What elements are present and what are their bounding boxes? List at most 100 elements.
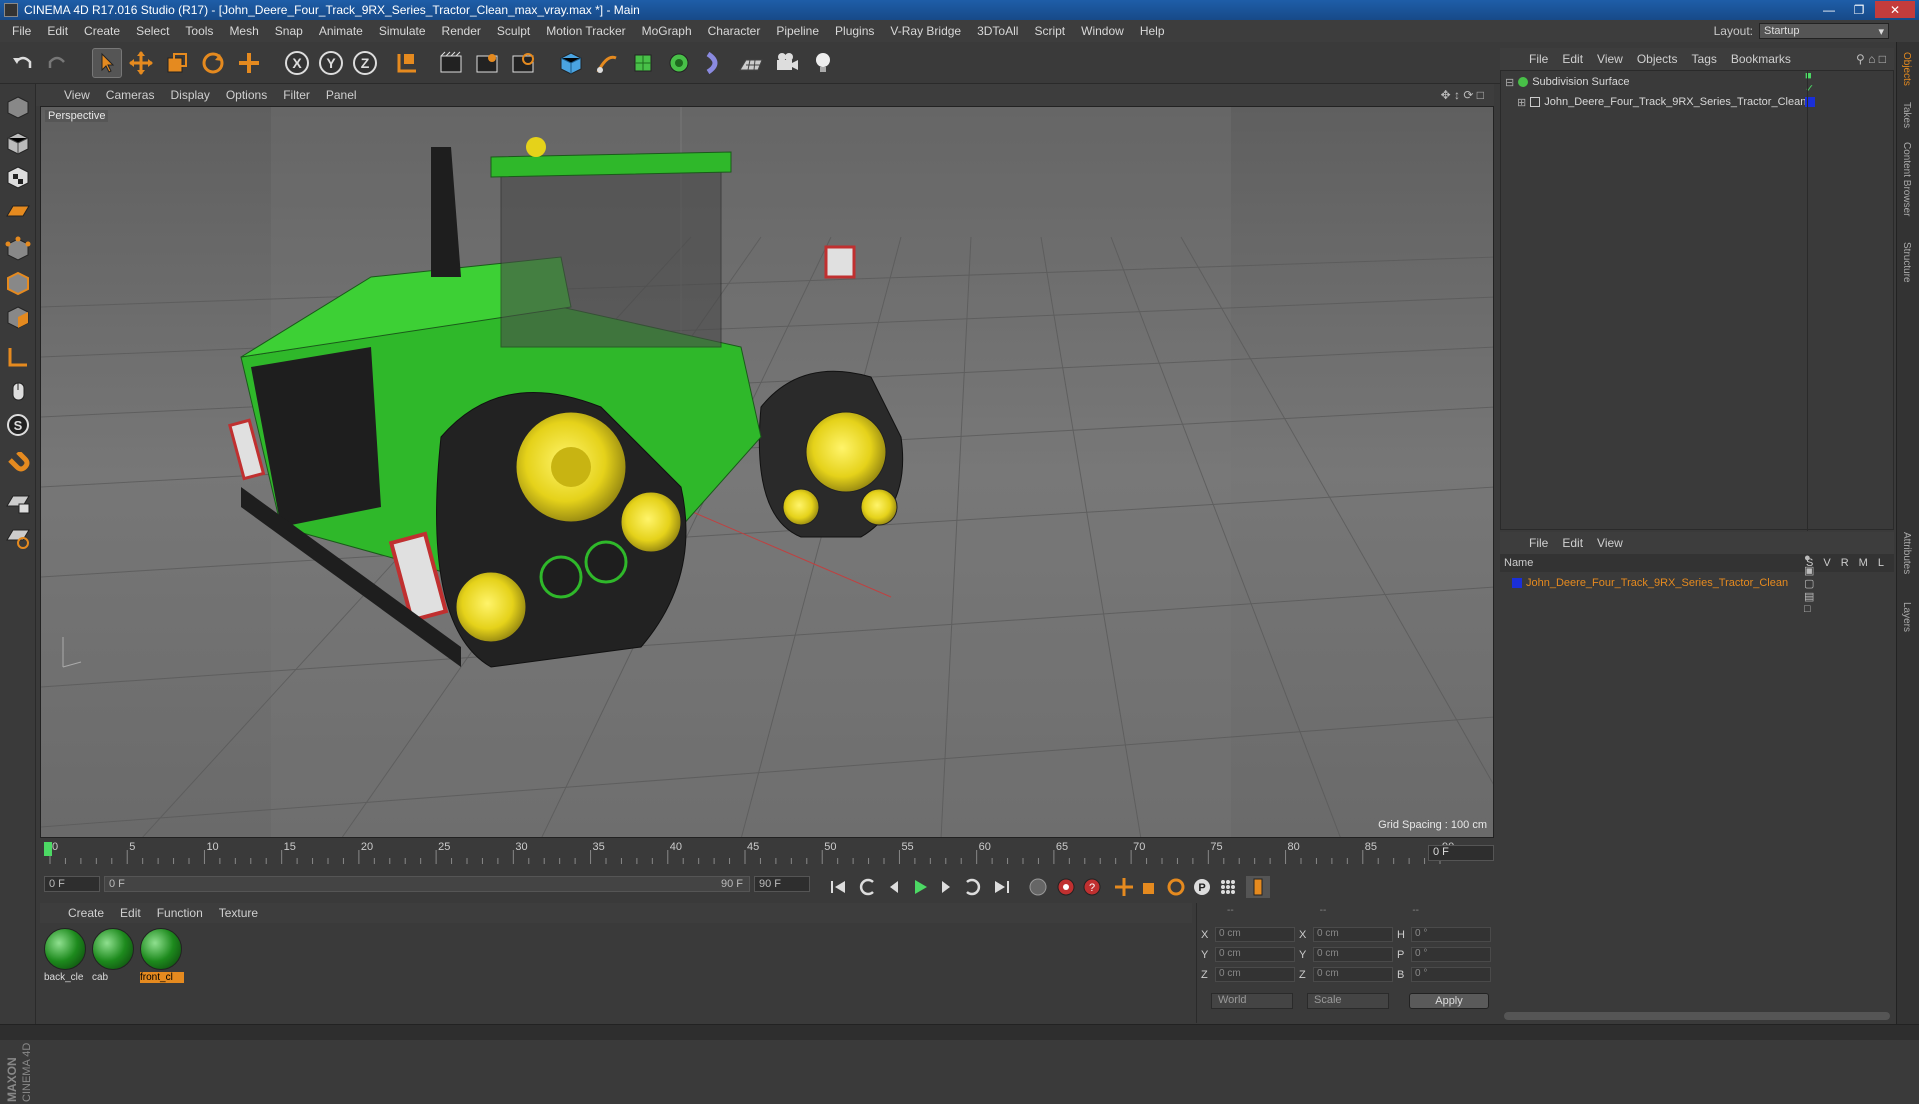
object-row[interactable]: ⊞ John_Deere_Four_Track_9RX_Series_Tract…: [1505, 93, 1815, 111]
layer-row[interactable]: John_Deere_Four_Track_9RX_Series_Tractor…: [1504, 552, 1814, 615]
apply-button[interactable]: Apply: [1409, 993, 1489, 1009]
start-frame-field[interactable]: 0 F: [44, 876, 100, 892]
viewport-menu-display[interactable]: Display: [162, 88, 217, 102]
object-menu-bookmarks[interactable]: Bookmarks: [1724, 52, 1798, 66]
horizontal-scrollbar[interactable]: [1504, 1012, 1890, 1020]
collapse-icon[interactable]: ⊟: [1505, 76, 1514, 89]
workplane-icon[interactable]: [3, 196, 33, 226]
rot-b-field[interactable]: 0 °: [1411, 967, 1491, 982]
pos-x-field[interactable]: 0 cm: [1215, 927, 1295, 942]
viewport-menu-filter[interactable]: Filter: [275, 88, 318, 102]
polygons-mode-icon[interactable]: [3, 302, 33, 332]
go-to-start-icon[interactable]: [826, 876, 850, 898]
lock-workplane-icon[interactable]: [3, 488, 33, 518]
pos-z-field[interactable]: 0 cm: [1215, 967, 1295, 982]
viewport-nav-icons[interactable]: ✥ ↕ ⟳ □: [1441, 88, 1484, 102]
tab-attributes[interactable]: Attributes: [1901, 532, 1912, 574]
pen-icon[interactable]: [592, 48, 622, 78]
tab-content-browser[interactable]: Content Browser: [1901, 142, 1912, 216]
layer-menu-file[interactable]: File: [1522, 536, 1555, 550]
timeline-layout-icon[interactable]: [1246, 876, 1270, 898]
size-x-field[interactable]: 0 cm: [1313, 927, 1393, 942]
material-swatch[interactable]: cab: [92, 928, 136, 988]
tab-structure[interactable]: Structure: [1901, 242, 1912, 283]
object-menu-tags[interactable]: Tags: [1685, 52, 1724, 66]
texture-mode-icon[interactable]: [3, 162, 33, 192]
menu-help[interactable]: Help: [1132, 24, 1173, 38]
live-select-icon[interactable]: [234, 48, 264, 78]
menu-edit[interactable]: Edit: [39, 24, 76, 38]
key-rotation-icon[interactable]: [1164, 876, 1188, 898]
maximize-button[interactable]: ❐: [1845, 1, 1873, 18]
play-icon[interactable]: [908, 876, 932, 898]
select-icon[interactable]: [92, 48, 122, 78]
floor-icon[interactable]: [736, 48, 766, 78]
menu-tools[interactable]: Tools: [177, 24, 221, 38]
previous-key-icon[interactable]: [856, 876, 880, 898]
timeline-ruler[interactable]: 051015202530354045505560657075808590: [40, 840, 1494, 866]
rot-h-field[interactable]: 0 °: [1411, 927, 1491, 942]
autokey-icon[interactable]: ?: [1080, 876, 1104, 898]
next-key-icon[interactable]: [960, 876, 984, 898]
viewport-menu-panel[interactable]: Panel: [318, 88, 365, 102]
material-menu-edit[interactable]: Edit: [112, 906, 149, 920]
rotate-icon[interactable]: [198, 48, 228, 78]
axis-mode-icon[interactable]: [3, 342, 33, 372]
menu-plugins[interactable]: Plugins: [827, 24, 882, 38]
cube-icon[interactable]: [556, 48, 586, 78]
redo-icon[interactable]: [42, 48, 72, 78]
rot-p-field[interactable]: 0 °: [1411, 947, 1491, 962]
minimize-button[interactable]: —: [1815, 1, 1843, 18]
menu-character[interactable]: Character: [700, 24, 769, 38]
key-scale-icon[interactable]: [1138, 876, 1162, 898]
close-button[interactable]: ✕: [1875, 1, 1915, 18]
size-z-field[interactable]: 0 cm: [1313, 967, 1393, 982]
perspective-viewport[interactable]: Perspective Grid Spacing : 100 cm: [40, 106, 1494, 838]
z-axis-icon[interactable]: Z: [350, 48, 380, 78]
go-to-end-icon[interactable]: [990, 876, 1014, 898]
expand-icon[interactable]: ⊞: [1517, 96, 1526, 109]
camera-icon[interactable]: [772, 48, 802, 78]
tab-layers[interactable]: Layers: [1901, 602, 1912, 632]
model-mode-icon[interactable]: [3, 128, 33, 158]
scale-icon[interactable]: [162, 48, 192, 78]
size-mode-dropdown[interactable]: Scale: [1307, 993, 1389, 1009]
viewport-menu-cameras[interactable]: Cameras: [98, 88, 163, 102]
y-axis-icon[interactable]: Y: [316, 48, 346, 78]
menu-select[interactable]: Select: [128, 24, 177, 38]
end-frame-field[interactable]: 90 F: [754, 876, 810, 892]
menu-snap[interactable]: Snap: [267, 24, 311, 38]
layer-flags-icons[interactable]: ● ▣ ▢ ▤ □: [1804, 552, 1814, 615]
menu-mesh[interactable]: Mesh: [221, 24, 266, 38]
layout-select[interactable]: Startup ▾: [1759, 23, 1889, 39]
magnet-icon[interactable]: [3, 450, 33, 480]
menu-pipeline[interactable]: Pipeline: [768, 24, 827, 38]
menu-mograph[interactable]: MoGraph: [634, 24, 700, 38]
menu-script[interactable]: Script: [1026, 24, 1073, 38]
next-frame-icon[interactable]: [934, 876, 958, 898]
menu-3dtoall[interactable]: 3DToAll: [969, 24, 1026, 38]
previous-frame-icon[interactable]: [882, 876, 906, 898]
tab-takes[interactable]: Takes: [1901, 102, 1912, 128]
object-row[interactable]: ⊟ Subdivision Surface ■ ✓: [1505, 70, 1814, 95]
viewport-menu-options[interactable]: Options: [218, 88, 275, 102]
menu-animate[interactable]: Animate: [311, 24, 371, 38]
key-position-icon[interactable]: [1112, 876, 1136, 898]
light-icon[interactable]: [808, 48, 838, 78]
object-menu-objects[interactable]: Objects: [1630, 52, 1685, 66]
render-picture-viewer-icon[interactable]: [472, 48, 502, 78]
render-view-icon[interactable]: [436, 48, 466, 78]
undo-icon[interactable]: [8, 48, 38, 78]
snap-icon[interactable]: S: [3, 410, 33, 440]
viewport-menu-view[interactable]: View: [56, 88, 98, 102]
deformer-icon[interactable]: [700, 48, 730, 78]
menu-motion-tracker[interactable]: Motion Tracker: [538, 24, 633, 38]
cloner-icon[interactable]: [664, 48, 694, 78]
key-pla-icon[interactable]: [1216, 876, 1240, 898]
planar-workplane-icon[interactable]: [3, 522, 33, 552]
tweak-mode-icon[interactable]: [3, 376, 33, 406]
material-menu-create[interactable]: Create: [60, 906, 112, 920]
make-editable-icon[interactable]: [3, 92, 33, 122]
render-settings-icon[interactable]: [508, 48, 538, 78]
subdivision-icon[interactable]: [628, 48, 658, 78]
